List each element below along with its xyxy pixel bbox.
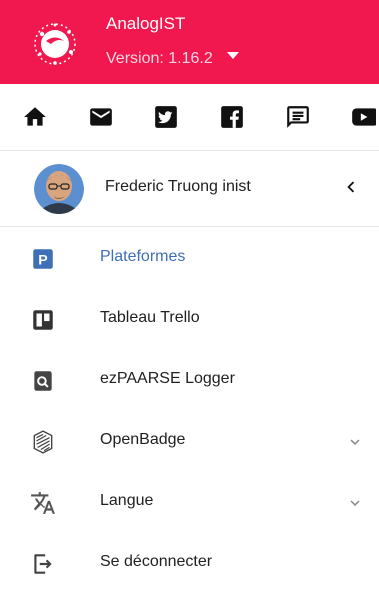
caret-down-icon — [227, 52, 240, 60]
logout-icon — [34, 554, 52, 574]
translate-icon — [31, 492, 55, 514]
trello-icon — [33, 310, 53, 330]
svg-text:P: P — [38, 251, 47, 267]
menu-item-openbadge[interactable]: OpenBadge — [0, 411, 379, 471]
menu-item-label: OpenBadge — [100, 431, 186, 448]
chevron-down-icon — [350, 439, 360, 445]
menu-item-label: Langue — [100, 492, 154, 509]
menu-item-logout[interactable]: Se déconnecter — [0, 533, 379, 593]
ezpaarse-icon — [34, 371, 52, 391]
version-selector[interactable]: Version: 1.16.2 — [106, 50, 240, 68]
social-links-bar — [0, 84, 379, 150]
chevron-down-icon — [350, 500, 360, 506]
menu-item-label: ezPAARSE Logger — [100, 370, 235, 387]
menu-item-langue[interactable]: Langue — [0, 472, 379, 532]
user-name: Frederic Truong inist — [105, 178, 251, 195]
menu-item-ezpaarse-logger[interactable]: ezPAARSE Logger — [0, 350, 379, 410]
youtube-icon[interactable] — [350, 104, 376, 130]
mail-icon[interactable] — [88, 104, 114, 130]
openbadge-icon — [33, 430, 53, 454]
avatar — [34, 164, 84, 214]
menu-item-label: Plateformes — [100, 248, 186, 265]
home-icon[interactable] — [22, 104, 48, 130]
divider — [0, 226, 379, 227]
twitter-icon[interactable] — [153, 104, 179, 130]
menu-item-label: Tableau Trello — [100, 309, 200, 326]
app-name: AnalogIST — [106, 14, 186, 33]
app-logo-icon — [34, 23, 76, 65]
facebook-icon[interactable] — [219, 104, 245, 130]
version-label: Version: 1.16.2 — [106, 50, 213, 67]
chat-icon[interactable] — [285, 104, 311, 130]
chevron-left-icon[interactable] — [340, 176, 362, 198]
menu-item-trello[interactable]: Tableau Trello — [0, 289, 379, 349]
plateformes-icon: P — [33, 249, 53, 269]
app-header: AnalogIST Version: 1.16.2 — [0, 0, 379, 84]
menu-item-label: Se déconnecter — [100, 553, 213, 570]
user-profile-row: Frederic Truong inist — [0, 151, 379, 225]
menu-item-plateformes[interactable]: P Plateformes — [0, 228, 379, 288]
